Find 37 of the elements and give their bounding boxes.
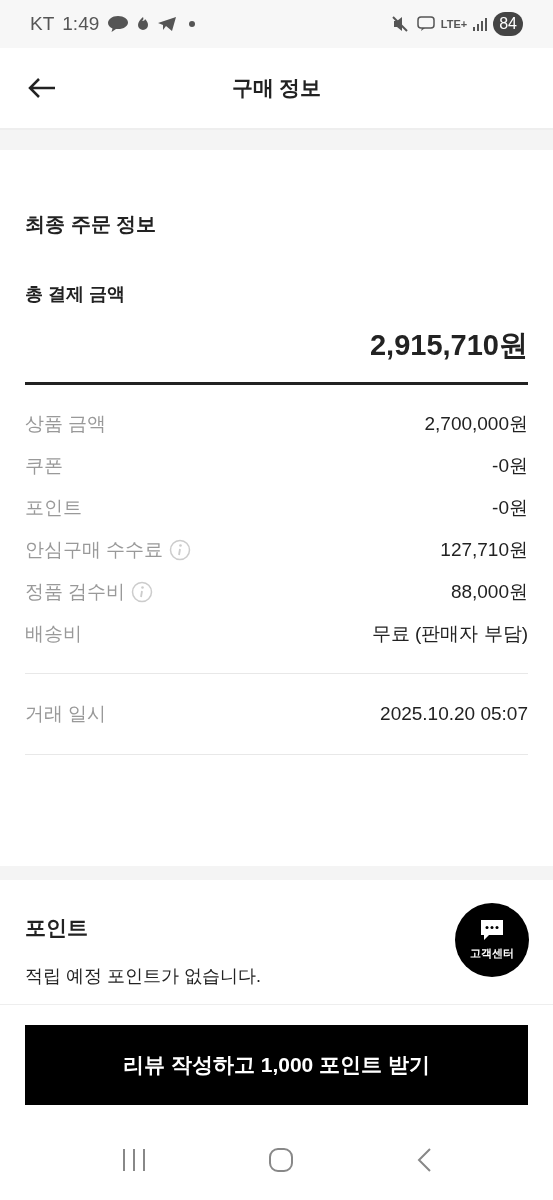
back-icon[interactable] [416,1147,433,1173]
send-icon [157,16,178,32]
fee-value: -0원 [492,495,528,520]
mute-icon [390,15,409,33]
date-label: 거래 일시 [25,701,107,726]
review-button[interactable]: 리뷰 작성하고 1,000 포인트 받기 [25,1025,528,1105]
chat-icon [480,918,504,941]
fee-value: -0원 [492,453,528,478]
date-value: 2025.10.20 05:07 [380,701,528,726]
dot-icon [189,21,196,27]
points-title: 포인트 [25,915,88,941]
fee-label: 정품 검수비 [25,579,126,604]
fee-label: 쿠폰 [25,453,63,478]
fee-value: 무료 (판매자 부담) [371,621,528,646]
clock: 1:49 [62,11,100,36]
fee-label: 배송비 [25,621,82,646]
fee-value: 88,000원 [450,579,528,604]
section-title: 최종 주문 정보 [25,212,158,236]
back-arrow-icon[interactable] [28,77,56,99]
customer-center-button[interactable]: 고객센터 [455,903,529,977]
page-title: 구매 정보 [231,75,322,102]
fee-label: 안심구매 수수료 [25,537,164,562]
points-message: 적립 예정 포인트가 없습니다. [25,965,262,988]
network-type: LTE+ [440,16,468,32]
home-icon[interactable] [268,1147,295,1173]
fee-label: 포인트 [25,495,82,520]
signal-icon [473,17,488,31]
battery-level: 84 [493,12,523,36]
fire-icon [137,16,150,32]
fee-value: 127,710원 [440,537,528,562]
recent-apps-icon[interactable] [120,1148,147,1172]
fee-label: 상품 금액 [25,411,107,436]
fee-value: 2,700,000원 [424,411,528,436]
chat-bubble-icon [107,15,130,33]
total-label: 총 결제 금액 [25,283,126,306]
carrier: KT [30,11,55,36]
total-amount: 2,915,710원 [369,328,528,362]
